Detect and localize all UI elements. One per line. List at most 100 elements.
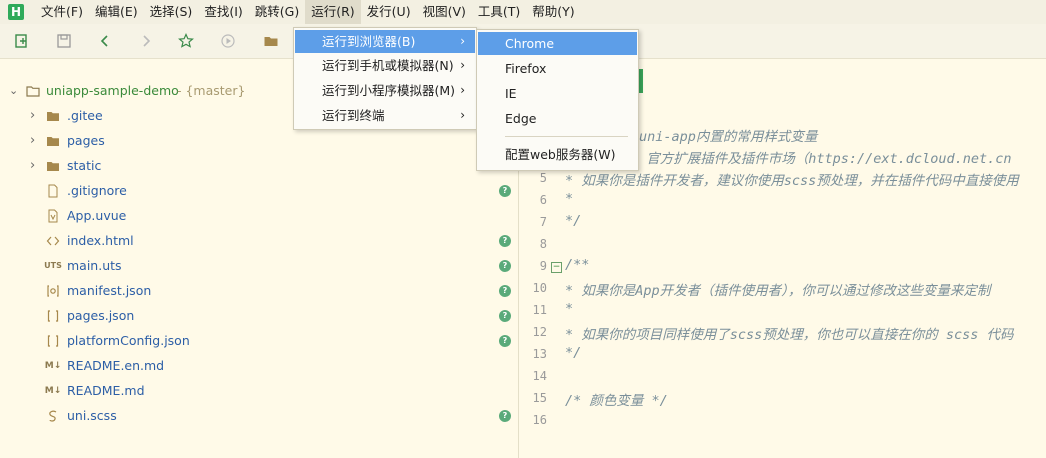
fold-toggle-icon[interactable]: −: [551, 262, 562, 273]
untracked-status-badge: ?: [499, 259, 511, 272]
hbuilder-logo-icon: H: [8, 4, 24, 20]
run-to-miniprogram-item[interactable]: 运行到小程序模拟器(M) ›: [295, 79, 475, 102]
chevron-right-icon: ›: [460, 58, 465, 72]
file-icon: [46, 184, 60, 198]
scss-file-icon: [46, 409, 60, 423]
tree-item[interactable]: App.uvue: [0, 203, 518, 228]
line-number: 13: [532, 347, 547, 361]
run-to-browser-item[interactable]: 运行到浏览器(B) ›: [295, 30, 475, 53]
line-number: 10: [532, 281, 547, 295]
menubar: H 文件(F) 编辑(E) 选择(S) 查找(I) 跳转(G) 运行(R) 发行…: [0, 0, 1046, 24]
save-icon[interactable]: [55, 32, 73, 50]
run-to-device-item[interactable]: 运行到手机或模拟器(N) ›: [295, 54, 475, 77]
tree-item-label: index.html: [67, 233, 134, 248]
project-folder-icon: [26, 84, 40, 98]
browser-firefox-label: Firefox: [505, 61, 547, 76]
line-number: 6: [539, 193, 547, 207]
run-to-terminal-item[interactable]: 运行到终端 ›: [295, 104, 475, 127]
tree-item[interactable]: uni.scss?: [0, 403, 518, 428]
tree-item[interactable]: M↓ README.md: [0, 378, 518, 403]
tree-item[interactable]: UTS main.uts?: [0, 253, 518, 278]
line-number: 16: [532, 413, 547, 427]
tree-item[interactable]: index.html?: [0, 228, 518, 253]
browser-firefox-item[interactable]: Firefox: [478, 57, 637, 80]
tree-item-label: README.md: [67, 383, 145, 398]
chevron-right-icon[interactable]: ›: [30, 158, 35, 173]
back-icon[interactable]: [96, 32, 114, 50]
menu-find[interactable]: 查找(I): [198, 0, 248, 24]
menu-help[interactable]: 帮助(Y): [526, 0, 580, 24]
menu-run[interactable]: 运行(R): [305, 0, 361, 24]
line-number: 8: [539, 237, 547, 251]
chevron-right-icon[interactable]: ›: [30, 133, 35, 148]
tree-item-label: .gitignore: [67, 183, 127, 198]
line-number: 12: [532, 325, 547, 339]
browser-ie-item[interactable]: IE: [478, 82, 637, 105]
menu-publish[interactable]: 发行(U): [361, 0, 417, 24]
untracked-status-badge: ?: [499, 184, 511, 197]
star-icon[interactable]: [177, 32, 195, 50]
configure-web-server-item[interactable]: 配置web服务器(W): [478, 143, 637, 166]
tree-item[interactable]: › static: [0, 153, 518, 178]
code-line: * 如果你是App开发者（插件使用者），你可以通过修改这些变量来定制: [565, 283, 991, 299]
menu-goto[interactable]: 跳转(G): [249, 0, 305, 24]
untracked-status-badge: ?: [499, 409, 511, 422]
tree-item-label: README.en.md: [67, 358, 165, 373]
line-number: 5: [539, 171, 547, 185]
untracked-status-badge: ?: [499, 234, 511, 247]
run-icon[interactable]: [219, 32, 237, 50]
code-line: */: [565, 345, 582, 361]
menu-view[interactable]: 视图(V): [417, 0, 472, 24]
tree-item-label: App.uvue: [67, 208, 127, 223]
markdown-file-icon: M↓: [44, 385, 62, 396]
tree-item-label: platformConfig.json: [67, 333, 190, 348]
menu-tools[interactable]: 工具(T): [472, 0, 526, 24]
tree-item[interactable]: manifest.json?: [0, 278, 518, 303]
tree-item-label: main.uts: [67, 258, 122, 273]
chevron-right-icon[interactable]: ›: [30, 108, 35, 123]
chevron-right-icon: ›: [460, 83, 465, 97]
tree-item-label: pages: [67, 133, 105, 148]
menu-edit[interactable]: 编辑(E): [89, 0, 144, 24]
tree-item[interactable]: pages.json?: [0, 303, 518, 328]
browser-chrome-item[interactable]: Chrome: [478, 32, 637, 55]
json-file-icon: [46, 334, 60, 348]
browser-submenu: Chrome Firefox IE Edge 配置web服务器(W): [476, 29, 639, 171]
code-line: uni-app内置的常用样式变量: [639, 129, 818, 145]
tree-item[interactable]: › pages: [0, 128, 518, 153]
line-number: 14: [532, 369, 547, 383]
tree-item[interactable]: platformConfig.json?: [0, 328, 518, 353]
code-line: *: [565, 301, 574, 317]
tree-item[interactable]: .gitignore?: [0, 178, 518, 203]
code-line: * 如果你的项目同样使用了scss预处理，你也可以直接在你的 scss 代码: [565, 327, 1014, 343]
new-file-icon[interactable]: [13, 32, 31, 50]
folder-icon[interactable]: [262, 32, 280, 50]
chevron-down-icon[interactable]: ⌄: [9, 84, 18, 97]
run-menu-dropdown: 运行到浏览器(B) › 运行到手机或模拟器(N) › 运行到小程序模拟器(M) …: [293, 27, 477, 130]
forward-icon[interactable]: [137, 32, 155, 50]
run-to-device-label: 运行到手机或模拟器(N): [322, 58, 454, 73]
line-number: 7: [539, 215, 547, 229]
line-number: 9: [539, 259, 547, 273]
browser-edge-item[interactable]: Edge: [478, 107, 637, 130]
uts-file-icon: UTS: [44, 261, 62, 270]
untracked-status-badge: ?: [499, 309, 511, 322]
tree-item-label: pages.json: [67, 308, 135, 323]
git-branch-label: - {master}: [177, 83, 246, 98]
code-line: */: [565, 213, 582, 229]
tree-item-label: .gitee: [67, 108, 103, 123]
menu-select[interactable]: 选择(S): [144, 0, 199, 24]
folder-icon: [46, 109, 60, 123]
run-to-miniprogram-label: 运行到小程序模拟器(M): [322, 83, 456, 98]
untracked-status-badge: ?: [499, 334, 511, 347]
run-to-terminal-label: 运行到终端: [322, 108, 385, 123]
tree-item[interactable]: M↓ README.en.md: [0, 353, 518, 378]
config-file-icon: [46, 284, 60, 298]
code-line: /**: [565, 257, 590, 273]
line-number: 11: [532, 303, 547, 317]
html-file-icon: [46, 234, 60, 248]
json-file-icon: [46, 309, 60, 323]
chevron-right-icon: ›: [460, 34, 465, 48]
folder-icon: [46, 134, 60, 148]
menu-file[interactable]: 文件(F): [35, 0, 89, 24]
